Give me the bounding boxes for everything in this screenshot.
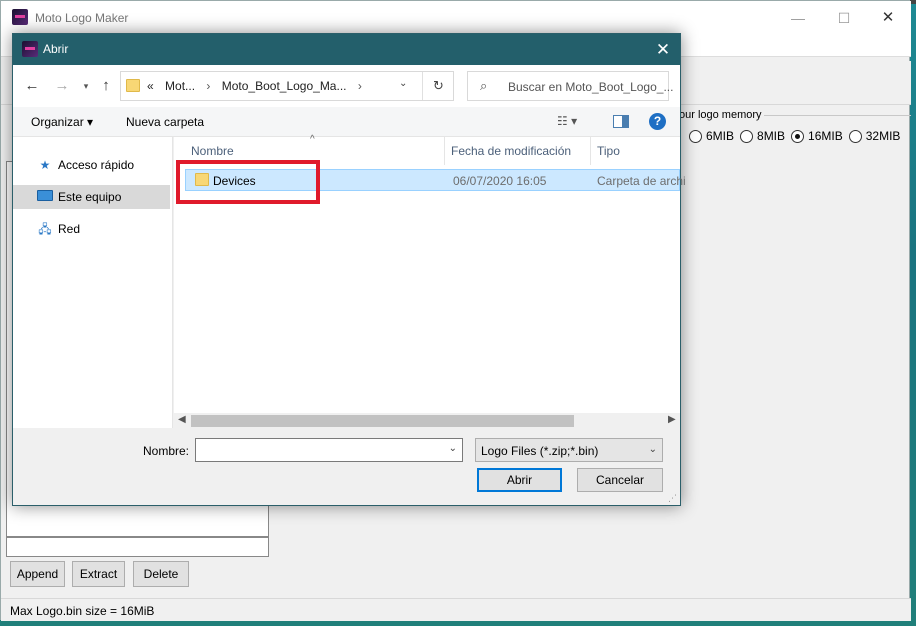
preview-pane-icon[interactable]	[613, 115, 629, 128]
memory-legend: our logo memory	[677, 109, 764, 121]
file-date: 06/07/2020 16:05	[453, 174, 547, 188]
file-type: Carpeta de archi	[597, 174, 686, 188]
highlight-annotation	[176, 160, 320, 204]
maximize-button[interactable]: ☐	[821, 1, 867, 35]
filename-label: Nombre:	[143, 444, 190, 458]
resize-grip-icon[interactable]: ⋰	[668, 493, 677, 504]
back-arrow-icon[interactable]: ←	[23, 77, 41, 95]
chevron-down-icon[interactable]: ⌄	[649, 444, 657, 455]
address-history-chevron-icon[interactable]: ⌄	[399, 78, 407, 89]
scroll-right-icon[interactable]: ▶	[668, 414, 676, 425]
radio-label: 16MIB	[808, 129, 843, 143]
computer-icon	[37, 190, 53, 201]
folder-icon	[126, 79, 140, 92]
cancel-button[interactable]: Cancelar	[577, 468, 663, 492]
radio-8mib[interactable]: 8MIB	[740, 129, 785, 143]
radio-label: 8MIB	[757, 129, 786, 143]
scroll-left-icon[interactable]: ◀	[178, 414, 186, 425]
radio-32mib[interactable]: 32MIB	[848, 129, 901, 143]
append-button[interactable]: Append	[10, 561, 65, 587]
dialog-titlebar: Abrir ✕	[13, 34, 680, 65]
filetype-value: Logo Files (*.zip;*.bin)	[481, 444, 599, 458]
column-header-type[interactable]: Tipo	[591, 137, 691, 165]
memory-options: 6MIB 8MIB 16MIB 32MIB	[689, 129, 906, 143]
navigation-bar: ← → ▾ ↑ « Mot... › Moto_Boot_Logo_Ma... …	[13, 65, 680, 107]
dialog-close-button[interactable]: ✕	[649, 38, 677, 62]
breadcrumb-item[interactable]: Mot...	[165, 79, 195, 93]
filename-field[interactable]: ⌄	[195, 438, 463, 462]
breadcrumb-item[interactable]: Moto_Boot_Logo_Ma...	[222, 79, 347, 93]
app-logo-icon	[22, 41, 38, 57]
nav-item-label: Red	[58, 222, 81, 236]
help-icon[interactable]: ?	[649, 113, 666, 130]
delete-button[interactable]: Delete	[133, 561, 189, 587]
app-title: Moto Logo Maker	[35, 11, 129, 25]
radio-16mib[interactable]: 16MIB	[791, 129, 843, 143]
star-icon: ★	[39, 158, 51, 172]
network-icon: 🖧	[38, 222, 52, 236]
nav-item-label: Este equipo	[58, 190, 122, 204]
status-bar: Max Logo.bin size = 16MiB	[1, 598, 911, 621]
path-field[interactable]	[6, 537, 269, 557]
forward-arrow-icon[interactable]: →	[53, 77, 71, 95]
radio-6mib[interactable]: 6MIB	[689, 129, 734, 143]
dialog-title: Abrir	[43, 42, 69, 56]
scrollbar-thumb[interactable]	[191, 415, 574, 427]
minimize-button[interactable]: —	[775, 1, 821, 35]
chevron-down-icon[interactable]: ⌄	[449, 443, 457, 454]
open-dialog: Abrir ✕ ← → ▾ ↑ « Mot... › Moto_Boot_Log…	[12, 33, 686, 506]
breadcrumb-separator-icon[interactable]: ›	[206, 79, 210, 93]
view-options-icon[interactable]: ☷ ▾	[557, 114, 577, 128]
open-button[interactable]: Abrir	[477, 468, 562, 492]
search-box[interactable]: ⌕ Buscar en Moto_Boot_Logo_...	[467, 71, 673, 101]
breadcrumb-separator-icon[interactable]: ›	[358, 79, 362, 93]
navigation-pane: ★ Acceso rápido Este equipo 🖧 Red	[13, 137, 173, 428]
up-arrow-icon[interactable]: ↑	[97, 77, 115, 95]
organize-menu[interactable]: Organizar ▾	[31, 115, 93, 129]
nav-item-quick-access[interactable]: ★ Acceso rápido	[13, 153, 170, 177]
app-titlebar: Moto Logo Maker — ☐ ✕	[1, 1, 911, 35]
radio-circle-icon[interactable]	[740, 129, 754, 143]
close-button[interactable]: ✕	[865, 1, 911, 35]
command-bar: Organizar ▾ Nueva carpeta ☷ ▾ ?	[13, 107, 680, 137]
app-logo-icon	[12, 9, 28, 25]
radio-label: 6MIB	[706, 129, 735, 143]
radio-label: 32MIB	[865, 129, 901, 143]
radio-circle-icon[interactable]	[848, 129, 862, 143]
horizontal-scrollbar[interactable]: ◀ ▶	[174, 413, 680, 428]
column-header-date[interactable]: Fecha de modificación	[445, 137, 591, 165]
status-text: Max Logo.bin size = 16MiB	[10, 604, 155, 618]
refresh-icon[interactable]: ↻	[422, 72, 454, 100]
nav-item-network[interactable]: 🖧 Red	[13, 217, 170, 241]
filetype-select[interactable]: Logo Files (*.zip;*.bin) ⌄	[475, 438, 663, 462]
nav-item-label: Acceso rápido	[58, 158, 135, 172]
radio-circle-selected-icon[interactable]	[791, 129, 805, 143]
breadcrumb-overflow[interactable]: «	[147, 79, 154, 93]
new-folder-button[interactable]: Nueva carpeta	[126, 115, 204, 129]
search-placeholder: Buscar en Moto_Boot_Logo_...	[508, 80, 674, 94]
breadcrumb: « Mot... › Moto_Boot_Logo_Ma... ›	[147, 79, 370, 93]
extract-button[interactable]: Extract	[72, 561, 125, 587]
nav-item-this-pc[interactable]: Este equipo	[13, 185, 170, 209]
address-bar[interactable]: « Mot... › Moto_Boot_Logo_Ma... › ⌄ ↻	[120, 71, 454, 101]
recent-locations-chevron-icon[interactable]: ▾	[77, 77, 95, 95]
search-icon: ⌕	[480, 78, 488, 93]
